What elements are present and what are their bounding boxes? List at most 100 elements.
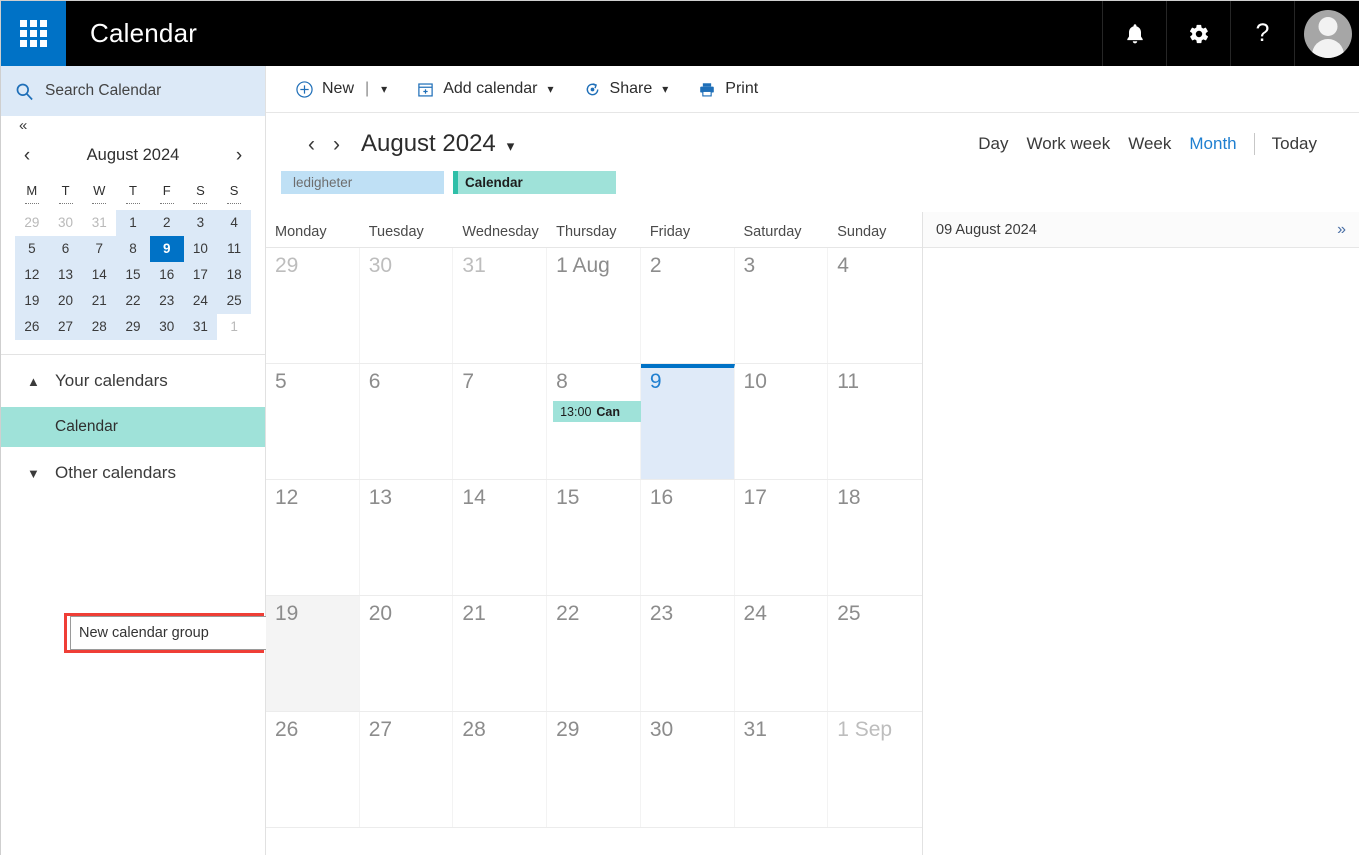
search-input[interactable]: Search Calendar <box>1 66 265 116</box>
share-button[interactable]: Share ▾ <box>584 80 668 98</box>
mini-calendar-day[interactable]: 10 <box>183 236 218 262</box>
double-chevron-right-icon[interactable]: » <box>1337 221 1346 239</box>
mini-calendar-day[interactable]: 1 <box>116 210 150 236</box>
mini-calendar-day[interactable]: 27 <box>48 314 83 340</box>
new-calendar-group-input[interactable] <box>70 616 267 650</box>
mini-calendar-day[interactable]: 20 <box>48 288 83 314</box>
today-button[interactable]: Today <box>1263 134 1326 154</box>
notifications-button[interactable] <box>1102 1 1166 66</box>
mini-calendar-prev-button[interactable]: ‹ <box>13 146 41 165</box>
day-cell[interactable]: 6 <box>360 364 454 479</box>
chevron-down-icon[interactable]: ▾ <box>662 82 668 96</box>
mini-calendar-day[interactable]: 31 <box>183 314 218 340</box>
day-cell[interactable]: 30 <box>641 712 735 827</box>
settings-button[interactable] <box>1166 1 1230 66</box>
day-cell[interactable]: 25 <box>828 596 922 711</box>
new-event-button[interactable]: New | ▾ <box>296 80 387 98</box>
mini-calendar-day[interactable]: 18 <box>217 262 251 288</box>
day-cell[interactable]: 17 <box>735 480 829 595</box>
print-button[interactable]: Print <box>698 80 758 98</box>
chevron-down-icon[interactable]: ▾ <box>548 82 554 96</box>
day-cell[interactable]: 29 <box>547 712 641 827</box>
mini-calendar-day[interactable]: 23 <box>149 288 184 314</box>
day-cell[interactable]: 2 <box>641 248 735 363</box>
current-period-title[interactable]: August 2024 ▾ <box>361 130 514 158</box>
day-cell[interactable]: 28 <box>453 712 548 827</box>
next-month-button[interactable]: › <box>324 134 349 155</box>
mini-calendar-day[interactable]: 26 <box>15 314 49 340</box>
day-cell[interactable]: 1 Aug <box>547 248 641 363</box>
day-cell[interactable]: 21 <box>453 596 548 711</box>
mini-calendar-day[interactable]: 30 <box>149 314 184 340</box>
view-button-work-week[interactable]: Work week <box>1017 134 1119 154</box>
day-cell[interactable]: 13 <box>360 480 454 595</box>
day-cell[interactable]: 30 <box>360 248 454 363</box>
mini-calendar-day[interactable]: 30 <box>49 210 83 236</box>
day-cell[interactable]: 11 <box>828 364 922 479</box>
collapse-all-button[interactable]: « <box>1 116 265 138</box>
day-cell[interactable]: 31 <box>735 712 829 827</box>
mini-calendar-day[interactable]: 29 <box>116 314 150 340</box>
day-cell[interactable]: 1 Sep <box>828 712 922 827</box>
calendar-event[interactable]: 13:00 Can <box>553 401 646 422</box>
day-cell[interactable]: 27 <box>360 712 454 827</box>
mini-calendar-day[interactable]: 2 <box>149 210 184 236</box>
mini-calendar-day[interactable]: 5 <box>15 236 49 262</box>
day-cell[interactable]: 22 <box>547 596 641 711</box>
mini-calendar-day-today[interactable]: 9 <box>149 236 184 262</box>
day-cell[interactable]: 31 <box>453 248 548 363</box>
mini-calendar-day[interactable]: 3 <box>183 210 218 236</box>
day-cell[interactable]: 24 <box>735 596 829 711</box>
mini-calendar-day[interactable]: 22 <box>116 288 150 314</box>
mini-calendar-day[interactable]: 16 <box>149 262 184 288</box>
day-cell[interactable]: 19 <box>266 596 360 711</box>
day-cell[interactable]: 29 <box>266 248 360 363</box>
day-cell[interactable]: 5 <box>266 364 360 479</box>
mini-calendar-day[interactable]: 12 <box>15 262 49 288</box>
account-avatar-button[interactable] <box>1294 1 1359 66</box>
day-cell[interactable]: 14 <box>453 480 548 595</box>
day-cell[interactable]: 4 <box>828 248 922 363</box>
mini-calendar-day[interactable]: 15 <box>116 262 150 288</box>
mini-calendar-day[interactable]: 31 <box>82 210 116 236</box>
day-cell[interactable]: 7 <box>453 364 548 479</box>
app-launcher-button[interactable] <box>1 1 66 66</box>
mini-calendar-day[interactable]: 14 <box>82 262 117 288</box>
other-calendars-section-header[interactable]: ▼ Other calendars <box>1 447 265 499</box>
mini-calendar-day[interactable]: 11 <box>217 236 251 262</box>
mini-calendar-day[interactable]: 8 <box>116 236 150 262</box>
mini-calendar-day[interactable]: 4 <box>217 210 251 236</box>
mini-calendar-next-button[interactable]: › <box>225 146 253 165</box>
your-calendars-section-header[interactable]: ▲ Your calendars <box>1 355 265 407</box>
sidebar-calendar-item-calendar[interactable]: Calendar <box>1 407 265 447</box>
day-cell-selected[interactable]: 9 <box>640 364 735 479</box>
previous-month-button[interactable]: ‹ <box>299 134 324 155</box>
mini-calendar-day[interactable]: 25 <box>217 288 251 314</box>
calendar-tab-ledigheter[interactable]: ledigheter <box>281 171 444 194</box>
mini-calendar-day[interactable]: 7 <box>82 236 117 262</box>
view-button-day[interactable]: Day <box>969 134 1017 154</box>
mini-calendar-day[interactable]: 6 <box>48 236 83 262</box>
mini-calendar-day[interactable]: 13 <box>48 262 83 288</box>
mini-calendar-month-label[interactable]: August 2024 <box>41 146 225 165</box>
day-cell[interactable]: 26 <box>266 712 360 827</box>
mini-calendar-day[interactable]: 28 <box>82 314 117 340</box>
mini-calendar-day[interactable]: 29 <box>15 210 49 236</box>
day-cell[interactable]: 8 13:00 Can <box>547 364 646 479</box>
day-cell[interactable]: 18 <box>828 480 922 595</box>
day-cell[interactable]: 20 <box>360 596 454 711</box>
mini-calendar-day[interactable]: 19 <box>15 288 49 314</box>
view-button-week[interactable]: Week <box>1119 134 1180 154</box>
mini-calendar-day[interactable]: 17 <box>183 262 218 288</box>
mini-calendar-day[interactable]: 21 <box>82 288 117 314</box>
chevron-down-icon[interactable]: ▾ <box>381 82 387 96</box>
view-button-month[interactable]: Month <box>1180 134 1245 154</box>
day-cell[interactable]: 3 <box>735 248 829 363</box>
day-cell[interactable]: 15 <box>547 480 641 595</box>
help-button[interactable]: ? <box>1230 1 1294 66</box>
day-cell[interactable]: 16 <box>641 480 735 595</box>
day-cell[interactable]: 10 <box>735 364 829 479</box>
day-cell[interactable]: 12 <box>266 480 360 595</box>
calendar-tab-calendar[interactable]: Calendar <box>453 171 616 194</box>
day-cell[interactable]: 23 <box>641 596 735 711</box>
